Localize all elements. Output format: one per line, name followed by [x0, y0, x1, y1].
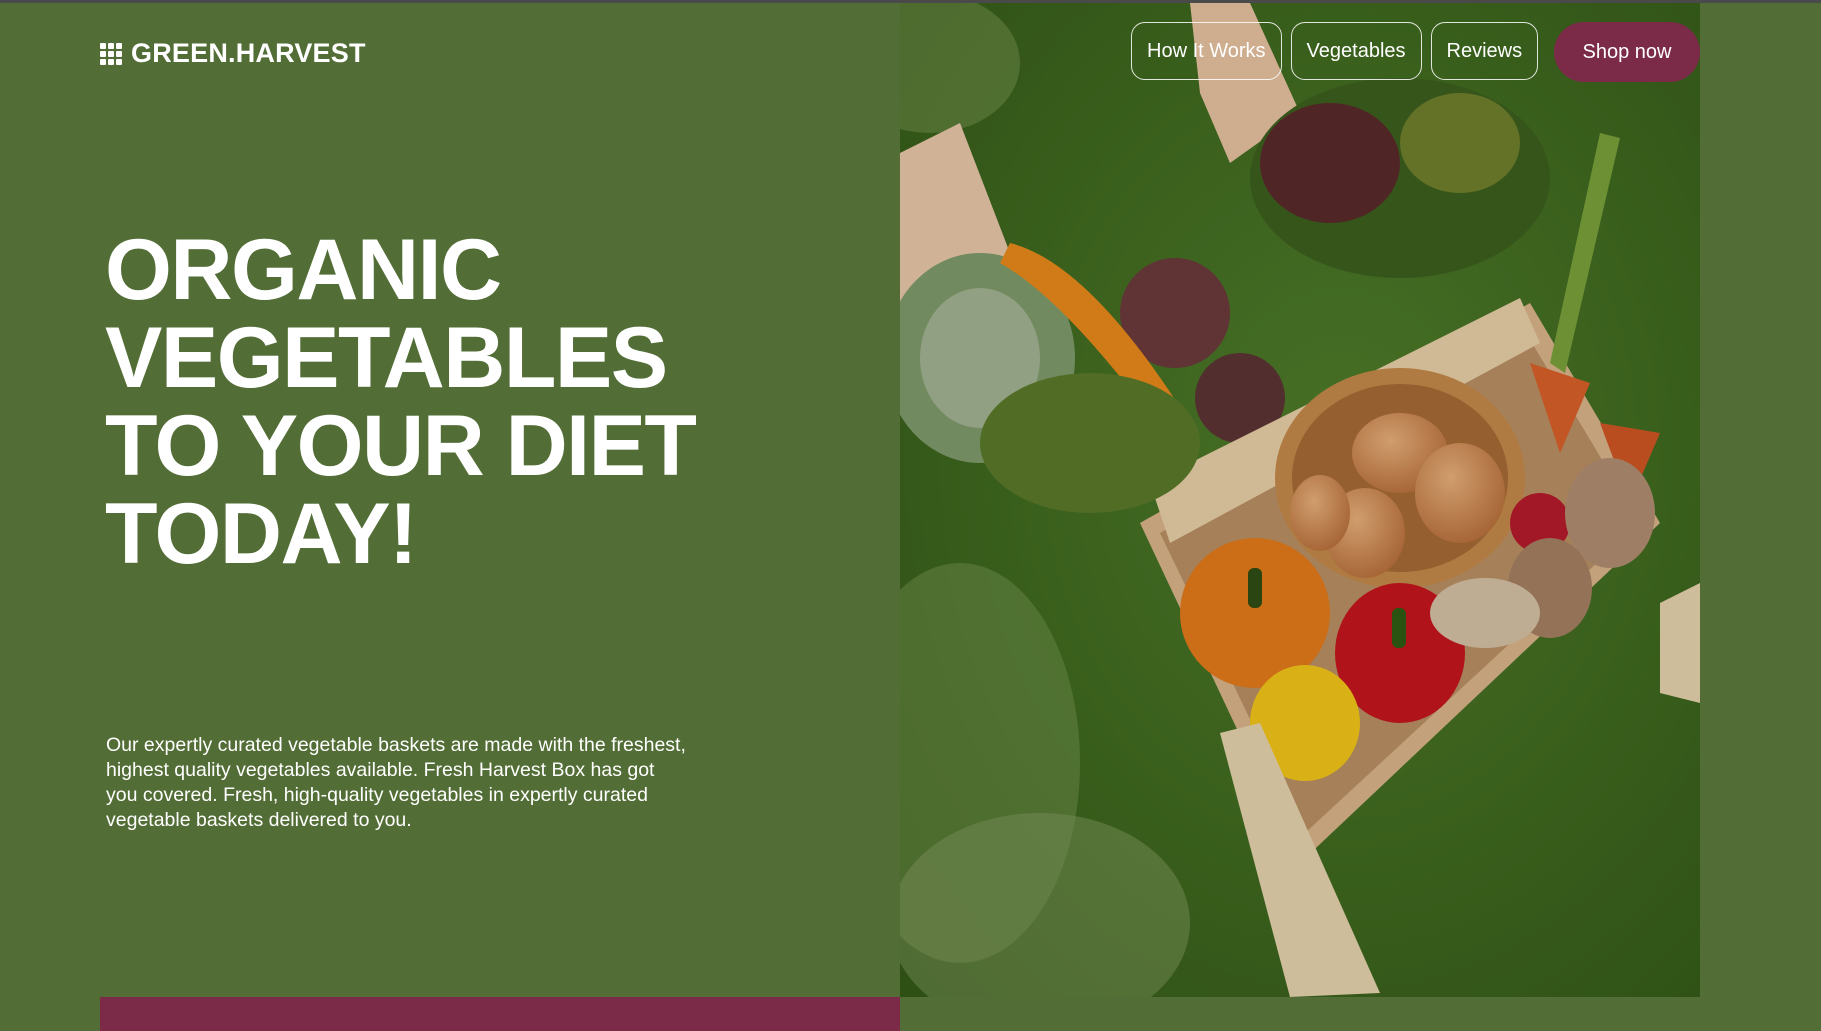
hero-title-line: ORGANIC [105, 222, 502, 318]
nav-how-it-works[interactable]: How It Works [1131, 22, 1282, 80]
main-nav: How It Works Vegetables Reviews [1131, 22, 1539, 80]
bottom-accent-bar [100, 997, 900, 1031]
hero-image [900, 3, 1700, 997]
grid-icon [100, 42, 122, 65]
nav-vegetables[interactable]: Vegetables [1290, 22, 1422, 80]
hero-title: ORGANIC VEGETABLES TO YOUR DIET TODAY! [105, 226, 745, 578]
nav-reviews[interactable]: Reviews [1430, 22, 1539, 80]
brand-name: GREEN.HARVEST [131, 38, 366, 68]
basket-of-vegetables-illustration [900, 3, 1700, 997]
hero-description: Our expertly curated vegetable baskets a… [106, 734, 686, 831]
brand-logo[interactable]: GREEN.HARVEST [100, 38, 366, 69]
hero-title-line: TO YOUR DIET [105, 398, 697, 494]
shop-now-button[interactable]: Shop now [1554, 22, 1700, 82]
hero-title-line: TODAY! [105, 486, 418, 582]
hero-title-line: VEGETABLES [105, 310, 668, 406]
